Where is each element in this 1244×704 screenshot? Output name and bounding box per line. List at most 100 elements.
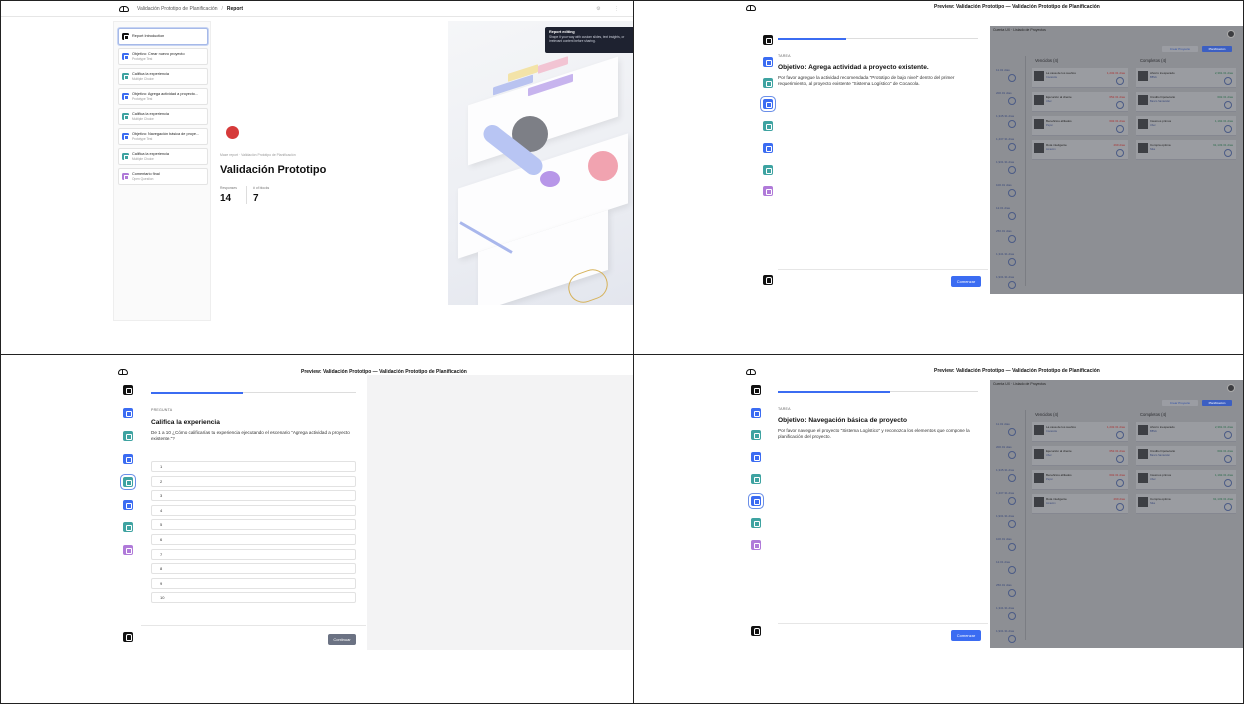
rail-intro-icon[interactable] bbox=[123, 385, 133, 395]
rating-option[interactable]: 8 bbox=[151, 563, 356, 575]
lane-days: 12.01 días bbox=[996, 560, 1011, 564]
rail-question-icon[interactable] bbox=[123, 477, 133, 487]
rail-task-icon[interactable] bbox=[123, 408, 133, 418]
block-item[interactable]: Califica la experiencia Multiple Choice bbox=[118, 148, 208, 165]
rail-open-question-icon[interactable] bbox=[751, 540, 761, 550]
project-logo bbox=[1138, 143, 1148, 153]
continuar-button[interactable]: Continuar bbox=[328, 634, 356, 645]
block-subtitle: Prototype Test bbox=[132, 56, 153, 61]
project-card[interactable]: Beneficios afiliados Pepsi 602.31 días bbox=[1032, 116, 1128, 136]
block-text: Califica la experiencia Multiple Choice bbox=[132, 72, 169, 82]
project-logo bbox=[1138, 425, 1148, 435]
rating-option[interactable]: 3 bbox=[151, 490, 356, 502]
project-card[interactable]: La casa de los sueños Cocacola 1,232.31 dí… bbox=[1032, 422, 1128, 442]
rail-question-icon[interactable] bbox=[123, 431, 133, 441]
rating-option[interactable]: 4 bbox=[151, 504, 356, 516]
rail-open-question-icon[interactable] bbox=[123, 545, 133, 555]
rating-option[interactable]: 7 bbox=[151, 548, 356, 560]
rail-question-icon[interactable] bbox=[123, 522, 133, 532]
rail-task-icon[interactable] bbox=[751, 452, 761, 462]
project-days: 602.31 días bbox=[1109, 473, 1125, 477]
comenzar-button[interactable]: Comenzar bbox=[951, 630, 981, 641]
project-card[interactable]: Insumos primos Uber 1,192.31 días bbox=[1136, 470, 1236, 490]
planning-button[interactable]: Planificación bbox=[1202, 46, 1232, 52]
project-card[interactable]: Compra optima Nike 91,133.31 días bbox=[1136, 494, 1236, 514]
block-item[interactable]: Califica la experiencia Multiple Choice bbox=[118, 108, 208, 125]
block-item[interactable]: Report Introduction bbox=[118, 28, 208, 45]
rail-task-icon[interactable] bbox=[123, 500, 133, 510]
lane-progress-ring bbox=[1008, 281, 1016, 289]
block-item[interactable]: Objetivo: Agrega actividad a proyecto...… bbox=[118, 88, 208, 105]
maze-logo-icon[interactable] bbox=[118, 369, 128, 375]
rail-task-icon[interactable] bbox=[763, 143, 773, 153]
maze-logo-icon[interactable] bbox=[119, 5, 129, 12]
create-project-button[interactable]: Crear Proyecto bbox=[1162, 400, 1198, 406]
project-client: Cocacola bbox=[1046, 76, 1057, 79]
rail-task-icon[interactable] bbox=[763, 57, 773, 67]
user-avatar[interactable] bbox=[1227, 30, 1235, 38]
project-name: Insumos primos bbox=[1150, 473, 1172, 477]
rail-intro-icon[interactable] bbox=[763, 35, 773, 45]
lane-progress-ring bbox=[1008, 97, 1016, 105]
project-logo bbox=[1138, 119, 1148, 129]
maze-badge-icon bbox=[751, 626, 761, 636]
project-logo bbox=[1034, 95, 1044, 105]
lane-progress-ring bbox=[1008, 235, 1016, 243]
rail-task-icon[interactable] bbox=[751, 408, 761, 418]
rating-option[interactable]: 6 bbox=[151, 534, 356, 545]
project-card[interactable]: La casa de los sueños Cocacola 1,232.31 dí… bbox=[1032, 68, 1128, 88]
lane-days: 200.01 días bbox=[996, 445, 1012, 449]
maze-logo-icon[interactable] bbox=[746, 369, 756, 375]
project-days: 602.31 días bbox=[1217, 95, 1233, 99]
rail-task-icon[interactable] bbox=[123, 454, 133, 464]
project-card[interactable]: Ahorro inesperado BBVA 2,391.31 días bbox=[1136, 68, 1236, 88]
rail-question-icon[interactable] bbox=[763, 165, 773, 175]
project-card[interactable]: Ejecución al cliente Uber 652.31 días bbox=[1032, 446, 1128, 466]
block-item[interactable]: Objetivo: Navegación básica de proye... P… bbox=[118, 128, 208, 145]
rating-option[interactable]: 9 bbox=[151, 577, 356, 589]
project-client: Uber bbox=[1150, 124, 1156, 127]
maze-logo-icon[interactable] bbox=[746, 5, 756, 11]
rail-task-icon[interactable] bbox=[763, 99, 773, 109]
rating-option[interactable]: 5 bbox=[151, 519, 356, 531]
progress-ring bbox=[1116, 101, 1124, 109]
question-block-icon bbox=[122, 73, 129, 80]
rating-option[interactable]: 1 bbox=[151, 461, 356, 472]
lane-days: 1,931.31 días bbox=[996, 514, 1015, 518]
block-item[interactable]: Objetivo: Crear nuevo proyecto Prototype … bbox=[118, 48, 208, 65]
create-project-button[interactable]: Crear Proyecto bbox=[1162, 46, 1198, 52]
progress-ring bbox=[1116, 77, 1124, 85]
user-avatar[interactable] bbox=[1227, 384, 1235, 392]
comenzar-button[interactable]: Comenzar bbox=[951, 276, 981, 287]
progress-ring bbox=[1224, 77, 1232, 85]
rail-question-icon[interactable] bbox=[751, 430, 761, 440]
top-actions-icons[interactable]: ⚙ ⋮ bbox=[596, 6, 625, 12]
project-card[interactable]: Ejecución al cliente Uber 652.31 días bbox=[1032, 92, 1128, 112]
project-days: 1,232.31 días bbox=[1106, 71, 1125, 75]
project-card[interactable]: Beneficios afiliados Pepsi 602.31 días bbox=[1032, 470, 1128, 490]
progress-bar bbox=[151, 391, 356, 394]
rail-question-icon[interactable] bbox=[763, 121, 773, 131]
project-card[interactable]: Ruta inteligente Amazon 299 días bbox=[1032, 140, 1128, 160]
project-card[interactable]: Ahorro inesperado BBVA 2,391.31 días bbox=[1136, 422, 1236, 442]
rail-question-icon[interactable] bbox=[751, 474, 761, 484]
project-card[interactable]: Compra optima Nike 91,133.31 días bbox=[1136, 140, 1236, 160]
report-editing-tooltip: Report editing Shape it your way with cu… bbox=[545, 27, 633, 53]
project-card[interactable]: Crédito hipotecario Banco Santander 602.31… bbox=[1136, 446, 1236, 466]
project-days: 652.31 días bbox=[1109, 449, 1125, 453]
project-card[interactable]: Ruta inteligente Amazon 299 días bbox=[1032, 494, 1128, 514]
rail-intro-icon[interactable] bbox=[751, 385, 761, 395]
project-name: Ahorro inesperado bbox=[1150, 71, 1175, 75]
planning-button[interactable]: Planificación bbox=[1202, 400, 1232, 406]
rail-task-icon[interactable] bbox=[751, 496, 761, 506]
project-card[interactable]: Insumos primos Uber 1,192.31 días bbox=[1136, 116, 1236, 136]
project-card[interactable]: Crédito hipotecario Banco Santander 602.31… bbox=[1136, 92, 1236, 112]
rail-question-icon[interactable] bbox=[763, 78, 773, 88]
block-item[interactable]: Califica la experiencia Multiple Choice bbox=[118, 68, 208, 85]
rating-option[interactable]: 10 bbox=[151, 592, 356, 604]
block-item[interactable]: Comentario final Open Question bbox=[118, 168, 208, 185]
breadcrumb-project[interactable]: Validación Prototipo de Planificación bbox=[137, 6, 218, 12]
rating-option[interactable]: 2 bbox=[151, 475, 356, 487]
rail-open-question-icon[interactable] bbox=[763, 186, 773, 196]
rail-question-icon[interactable] bbox=[751, 518, 761, 528]
